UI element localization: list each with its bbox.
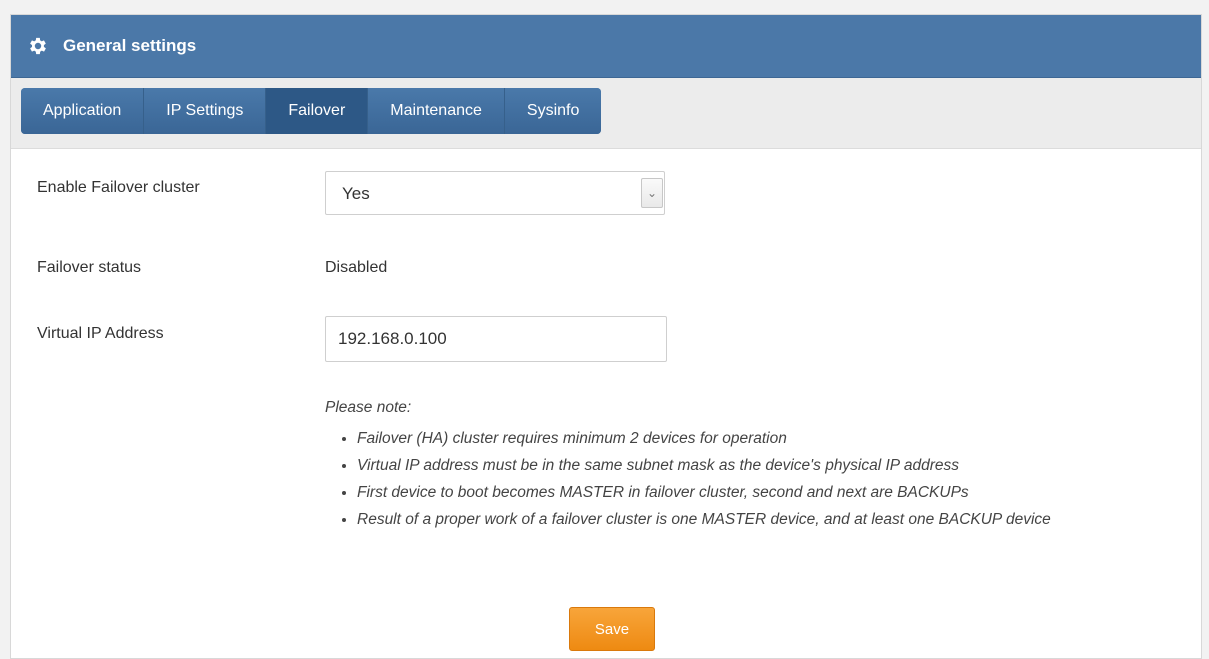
note-item: Result of a proper work of a failover cl…: [357, 506, 1185, 533]
enable-failover-select[interactable]: Yes ⌄: [325, 171, 665, 215]
tab-failover[interactable]: Failover: [266, 88, 369, 134]
virtual-ip-label: Virtual IP Address: [37, 325, 164, 342]
panel-title: General settings: [63, 36, 197, 55]
panel-header: General settings: [11, 15, 1201, 78]
tab-sysinfo[interactable]: Sysinfo: [504, 88, 602, 134]
virtual-ip-input[interactable]: [325, 316, 667, 362]
note-title: Please note:: [325, 399, 412, 416]
failover-status-label: Failover status: [37, 259, 142, 276]
gear-icon: [30, 37, 46, 55]
settings-panel: General settings Application IP Settings…: [10, 14, 1202, 659]
note-item: Failover (HA) cluster requires minimum 2…: [357, 425, 1185, 452]
enable-failover-label: Enable Failover cluster: [37, 179, 200, 196]
failover-status-value: Disabled: [325, 259, 388, 276]
chevron-down-icon[interactable]: ⌄: [641, 178, 663, 208]
tab-bar: Application IP Settings Failover Mainten…: [11, 78, 1201, 149]
note-box: Please note: Failover (HA) cluster requi…: [325, 399, 1185, 533]
save-button[interactable]: Save: [569, 607, 655, 651]
enable-failover-value: Yes: [342, 184, 370, 203]
tab-maintenance[interactable]: Maintenance: [368, 88, 505, 134]
note-list: Failover (HA) cluster requires minimum 2…: [325, 425, 1185, 533]
note-item: Virtual IP address must be in the same s…: [357, 452, 1185, 479]
tabs: Application IP Settings Failover Mainten…: [21, 88, 602, 134]
note-item: First device to boot becomes MASTER in f…: [357, 479, 1185, 506]
tab-ip-settings[interactable]: IP Settings: [144, 88, 267, 134]
tab-application[interactable]: Application: [21, 88, 145, 134]
